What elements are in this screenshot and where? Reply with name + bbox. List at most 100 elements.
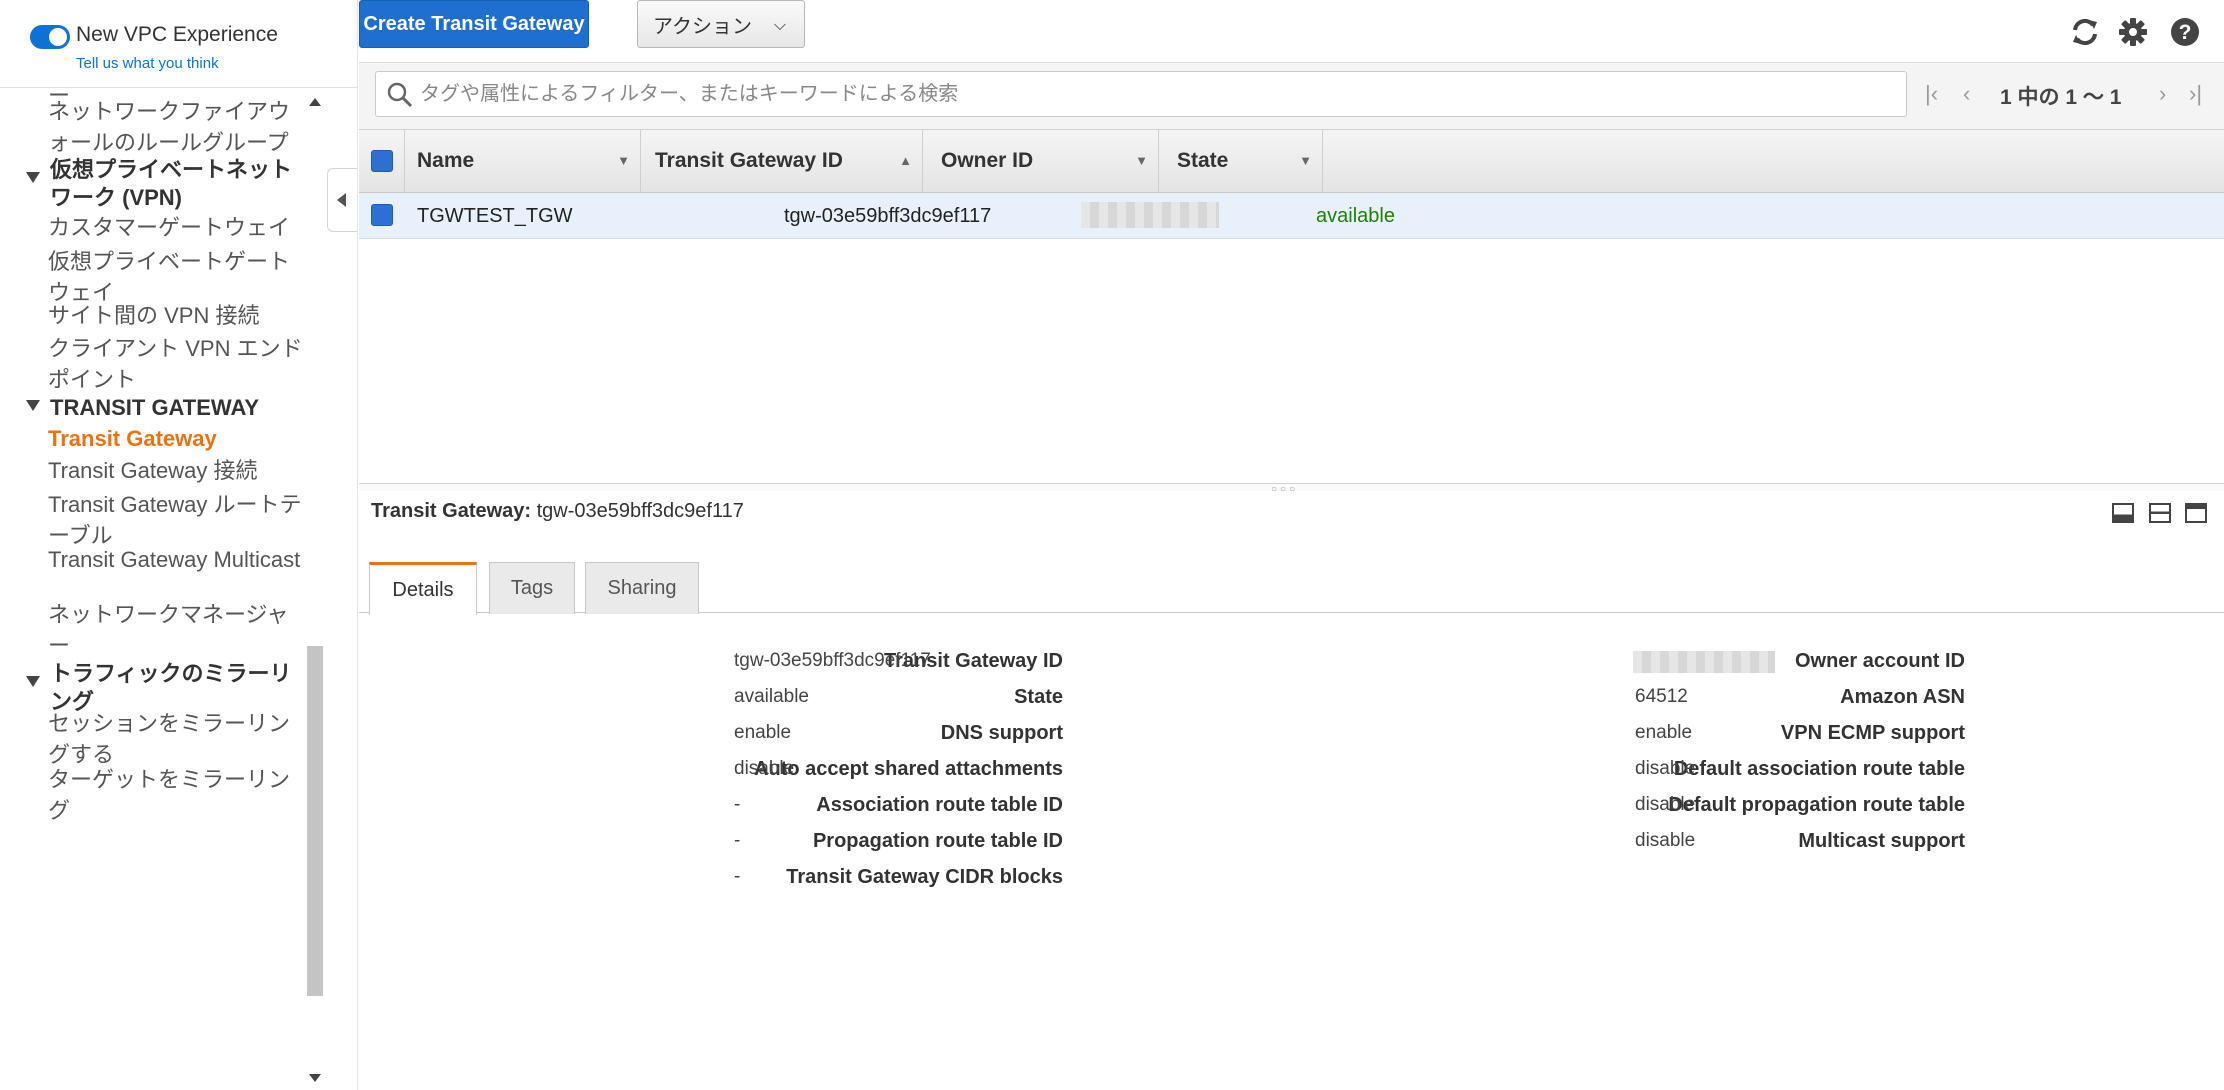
detail-label-default-propagation-route-table: Default propagation route table xyxy=(1668,794,1965,816)
new-vpc-experience-toggle[interactable] xyxy=(30,25,70,49)
sidebar-section-label: TRANSIT GATEWAY xyxy=(50,395,260,420)
sidebar-section-transit-gateway[interactable]: TRANSIT GATEWAY xyxy=(26,394,305,422)
column-header-transit-gateway-id[interactable]: Transit Gateway ID ▲ xyxy=(641,130,923,192)
sort-icon: ▼ xyxy=(1135,153,1148,168)
table-header: Name ▼ Transit Gateway ID ▲ Owner ID ▼ S… xyxy=(359,129,2224,193)
tab-details[interactable]: Details xyxy=(369,562,477,615)
sidebar-item-customer-gateways[interactable]: カスタマーゲートウェイ xyxy=(48,212,303,243)
detail-value-auto-accept: disable xyxy=(734,758,795,779)
detail-value-state: available xyxy=(734,686,809,707)
detail-label-vpn-ecmp-support: VPN ECMP support xyxy=(1780,722,1965,744)
sidebar-section-vpn[interactable]: 仮想プライベートネットワーク (VPN) xyxy=(26,156,305,212)
layout-bottom-panel-icon[interactable] xyxy=(2112,503,2134,523)
chevron-down-icon: ⌵ xyxy=(773,17,786,34)
gear-icon[interactable] xyxy=(2115,14,2151,50)
sort-ascending-icon: ▲ xyxy=(899,153,912,168)
table-row[interactable]: TGWTEST_TGW tgw-03e59bff3dc9ef117 availa… xyxy=(359,193,2224,239)
tab-sharing[interactable]: Sharing xyxy=(585,562,699,614)
detail-label-auto-accept: Auto accept shared attachments xyxy=(754,758,1063,780)
sidebar-item-mirror-sessions[interactable]: セッションをミラーリングする xyxy=(48,708,303,770)
feedback-link[interactable]: Tell us what you think xyxy=(76,55,219,72)
detail-title-label: Transit Gateway: xyxy=(371,500,532,522)
panel-resize-handle[interactable]: ○○○ xyxy=(359,483,2224,495)
sidebar-scrollbar[interactable] xyxy=(305,88,327,1090)
sidebar-item-firewall-rule-groups[interactable]: ネットワークファイアウォールのルールグループ xyxy=(48,96,303,158)
chevron-left-icon xyxy=(337,193,346,207)
column-header-state[interactable]: State ▼ xyxy=(1159,130,1323,192)
sort-icon: ▼ xyxy=(617,153,630,168)
detail-value-cidr-blocks: - xyxy=(734,866,741,887)
detail-label-cidr-blocks: Transit Gateway CIDR blocks xyxy=(786,866,1063,888)
select-all-cell xyxy=(359,130,405,192)
column-header-label: State xyxy=(1177,149,1229,172)
toggle-knob xyxy=(49,28,67,46)
column-header-owner-id[interactable]: Owner ID ▼ xyxy=(923,130,1159,192)
sidebar-item-transit-gateway-multicast[interactable]: Transit Gateway Multicast xyxy=(48,544,303,575)
row-owner-id-redacted xyxy=(1081,202,1219,228)
sidebar-item-transit-gateway-route-tables[interactable]: Transit Gateway ルートテーブル xyxy=(48,489,303,551)
sidebar-item-client-vpn-endpoints[interactable]: クライアント VPN エンドポイント xyxy=(48,333,303,395)
detail-value-multicast-support: disable xyxy=(1635,830,1696,851)
scroll-up-arrow-icon[interactable] xyxy=(309,98,321,106)
row-checkbox[interactable] xyxy=(371,204,393,226)
detail-value-amazon-asn: 64512 xyxy=(1635,686,1688,707)
detail-value-default-propagation-route-table: disable xyxy=(1635,794,1696,815)
refresh-icon[interactable] xyxy=(2067,14,2103,50)
sidebar-item-transit-gateway-attachments[interactable]: Transit Gateway 接続 xyxy=(48,455,303,486)
column-header-name[interactable]: Name ▼ xyxy=(405,130,641,192)
sidebar-item-network-manager[interactable]: ネットワークマネージャー xyxy=(48,599,303,661)
sidebar-item-transit-gateway[interactable]: Transit Gateway xyxy=(48,423,303,454)
detail-value-owner-account-id-redacted xyxy=(1633,651,1775,673)
last-page-icon[interactable]: ›| xyxy=(2189,77,2202,111)
create-transit-gateway-button[interactable]: Create Transit Gateway xyxy=(359,0,589,48)
layout-split-panel-icon[interactable] xyxy=(2149,503,2171,523)
next-page-icon[interactable]: › xyxy=(2159,77,2166,111)
sidebar-item-site-to-site-vpn[interactable]: サイト間の VPN 接続 xyxy=(48,300,303,331)
actions-dropdown-button[interactable]: アクション ⌵ xyxy=(637,0,805,48)
scroll-down-arrow-icon[interactable] xyxy=(309,1074,321,1082)
search-input[interactable] xyxy=(420,72,1900,116)
collapse-triangle-icon xyxy=(26,400,40,411)
detail-value-transit-gateway-id: tgw-03e59bff3dc9ef117 xyxy=(734,650,931,671)
vpc-experience-toggle-row: New VPC Experience Tell us what you thin… xyxy=(30,20,350,72)
detail-label-default-association-route-table: Default association route table xyxy=(1673,758,1965,780)
column-header-label: Owner ID xyxy=(941,149,1034,172)
search-box[interactable] xyxy=(375,71,1907,117)
detail-tabs: Details Tags Sharing xyxy=(359,558,2224,615)
detail-value-propagation-route-table-id: - xyxy=(734,830,741,851)
scrollbar-thumb[interactable] xyxy=(307,646,323,996)
sidebar-collapse-button[interactable] xyxy=(327,168,357,232)
sidebar-nav: ー ネットワークファイアウォールのルールグループ 仮想プライベートネットワーク … xyxy=(0,88,305,1090)
detail-title-value: tgw-03e59bff3dc9ef117 xyxy=(536,500,744,522)
tab-tags[interactable]: Tags xyxy=(489,562,575,614)
detail-value-default-association-route-table: disable xyxy=(1635,758,1696,779)
detail-value-dns-support: enable xyxy=(734,722,792,743)
row-transit-gateway-id: tgw-03e59bff3dc9ef117 xyxy=(784,205,992,227)
column-header-label: Transit Gateway ID xyxy=(655,149,843,172)
help-icon[interactable]: ? xyxy=(2167,14,2203,50)
collapse-triangle-icon xyxy=(26,676,40,687)
main-panel: Create Transit Gateway アクション ⌵ ? タグや属性によ… xyxy=(359,0,2224,1090)
first-page-icon[interactable]: |‹ xyxy=(1925,77,1938,111)
sidebar-item-virtual-private-gateways[interactable]: 仮想プライベートゲートウェイ xyxy=(48,246,303,308)
prev-page-icon[interactable]: ‹ xyxy=(1963,77,1970,111)
drag-dots-icon: ○○○ xyxy=(1271,484,1299,495)
detail-label-multicast-support: Multicast support xyxy=(1798,830,1965,852)
detail-label-amazon-asn: Amazon ASN xyxy=(1840,686,1965,708)
select-all-checkbox[interactable] xyxy=(371,150,393,172)
sidebar: New VPC Experience Tell us what you thin… xyxy=(0,0,358,1090)
collapse-triangle-icon xyxy=(26,172,40,183)
row-state: available xyxy=(1316,205,1395,227)
filter-bar: |‹ ‹ 1 中の 1 ～ 1 › ›| xyxy=(359,63,2224,129)
toolbar: Create Transit Gateway アクション ⌵ ? xyxy=(359,0,2224,62)
table-empty-area xyxy=(359,239,2224,483)
row-name: TGWTEST_TGW xyxy=(417,205,573,227)
sidebar-item-mirror-targets[interactable]: ターゲットをミラーリング xyxy=(48,764,303,826)
layout-full-panel-icon[interactable] xyxy=(2185,503,2207,523)
search-icon xyxy=(387,82,413,108)
detail-value-association-route-table-id: - xyxy=(734,794,741,815)
detail-value-vpn-ecmp-support: enable xyxy=(1635,722,1693,743)
detail-label-dns-support: DNS support xyxy=(940,722,1063,744)
detail-label-owner-account-id: Owner account ID xyxy=(1794,650,1965,672)
pagination-text: 1 中の 1 ～ 1 xyxy=(2000,86,2122,109)
